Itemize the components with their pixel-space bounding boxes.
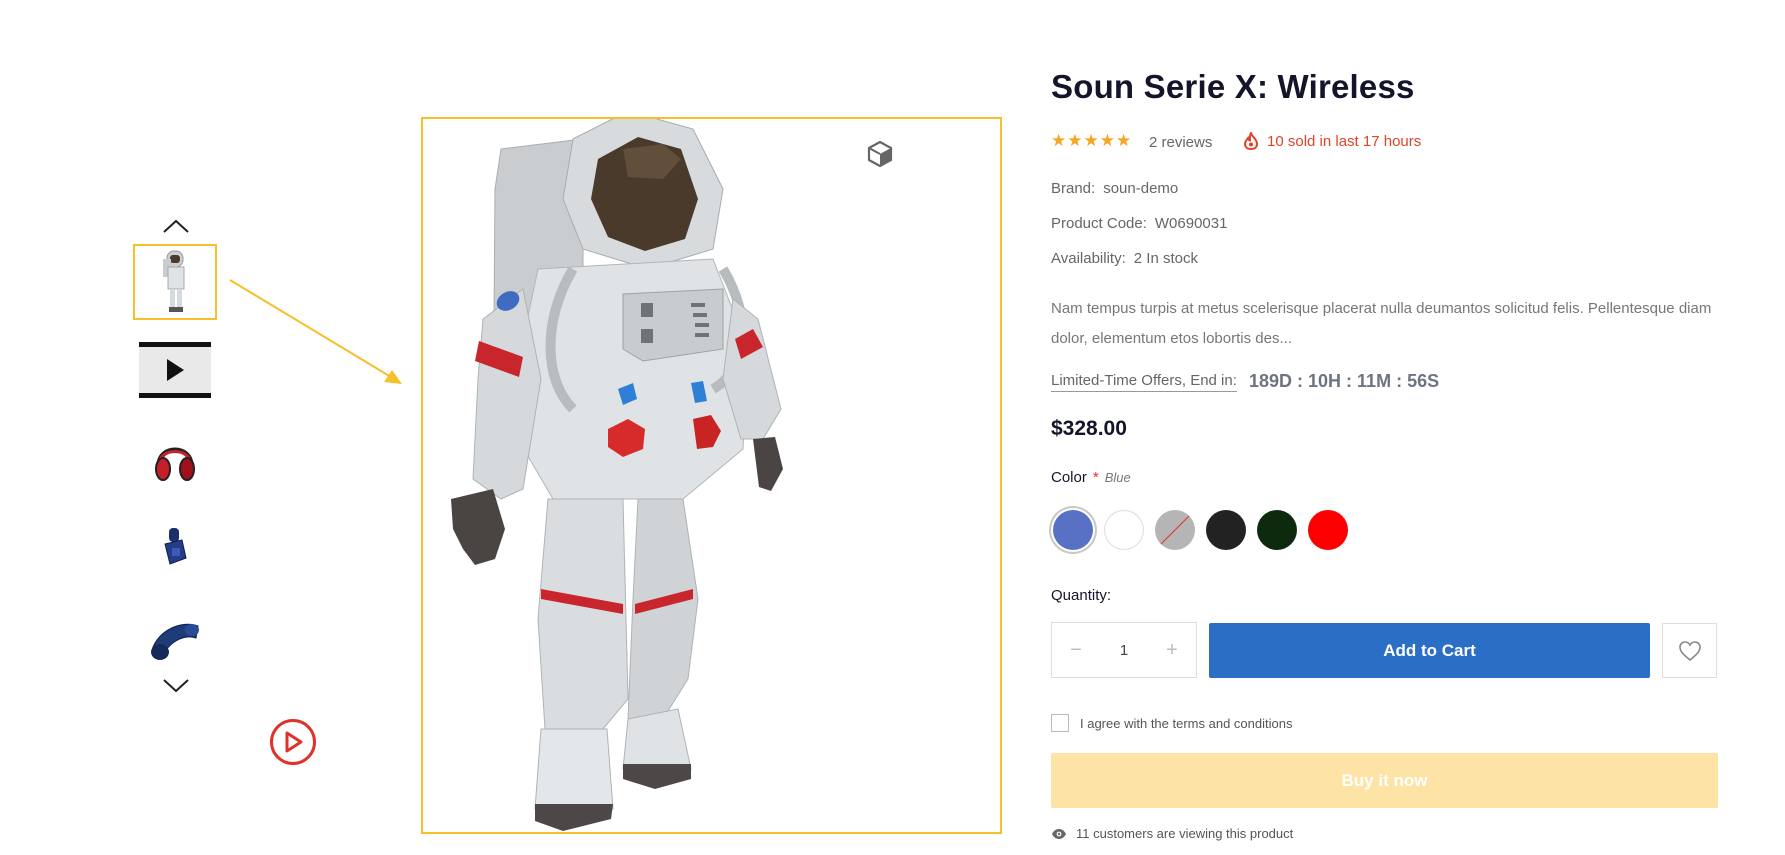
add-to-cart-button[interactable]: Add to Cart: [1209, 623, 1650, 678]
cube-icon: [867, 140, 893, 168]
product-price: $328.00: [1051, 417, 1127, 440]
main-product-image[interactable]: [421, 117, 1002, 834]
sold-text: 10 sold in last 17 hours: [1267, 132, 1422, 150]
blue-earbud-image: [164, 528, 187, 565]
availability-label: Availability:: [1051, 250, 1126, 267]
thumbnail-video[interactable]: [133, 332, 217, 408]
brand-value[interactable]: soun-demo: [1103, 180, 1178, 197]
availability-value: 2 In stock: [1133, 250, 1198, 267]
color-swatch-red[interactable]: [1308, 510, 1348, 550]
quantity-input[interactable]: [1102, 640, 1146, 660]
rating-stars: ★★★★★: [1051, 131, 1133, 150]
video-thumbnail-image: [139, 342, 211, 398]
terms-row: I agree with the terms and conditions: [1051, 714, 1292, 732]
thumbnail-blue-headset[interactable]: [133, 602, 217, 678]
gallery-up-button[interactable]: [160, 214, 192, 238]
product-description: Nam tempus turpis at metus scelerisque p…: [1051, 300, 1712, 347]
quantity-increase-button[interactable]: +: [1162, 639, 1182, 662]
product-code-row: Product Code: W0690031: [1051, 215, 1227, 232]
ar-view-button[interactable]: [866, 140, 894, 168]
countdown-timer: 189D : 10H : 11M : 56S: [1249, 371, 1440, 391]
unavailable-slash-icon: [1160, 515, 1190, 545]
sold-indicator: 10 sold in last 17 hours: [1243, 132, 1421, 150]
eye-icon: [1052, 828, 1066, 839]
color-swatch-dark-green[interactable]: [1257, 510, 1297, 550]
quantity-label: Quantity:: [1051, 587, 1112, 604]
chevron-up-icon: [163, 219, 189, 233]
blue-headset-image: [151, 623, 199, 660]
quantity-stepper: − +: [1051, 622, 1197, 678]
reviews-link[interactable]: 2 reviews: [1149, 134, 1212, 151]
product-code-value: W0690031: [1154, 215, 1228, 232]
play-video-button[interactable]: [270, 719, 316, 765]
gallery-down-button[interactable]: [160, 674, 192, 698]
astronaut-model-image: [451, 119, 783, 831]
annotation-arrow: [229, 279, 402, 384]
thumbnail-astronaut[interactable]: [133, 244, 217, 320]
buy-now-button[interactable]: Buy it now: [1051, 753, 1718, 808]
availability-row: Availability: 2 In stock: [1051, 250, 1198, 267]
brand-row: Brand: soun-demo: [1051, 180, 1178, 197]
heart-icon: [1678, 640, 1701, 661]
red-headphones-image: [155, 447, 195, 481]
wishlist-button[interactable]: [1662, 623, 1717, 678]
terms-checkbox[interactable]: [1051, 714, 1069, 732]
color-swatch-black[interactable]: [1206, 510, 1246, 550]
viewers-row: 11 customers are viewing this product: [1051, 826, 1293, 841]
terms-label[interactable]: I agree with the terms and conditions: [1080, 716, 1292, 731]
color-swatch-blue[interactable]: [1053, 510, 1093, 550]
product-code-label: Product Code:: [1051, 215, 1147, 232]
quantity-decrease-button[interactable]: −: [1066, 639, 1086, 662]
astronaut-thumbnail-image: [163, 250, 185, 312]
chevron-down-icon: [163, 679, 189, 693]
thumbnail-blue-earbud[interactable]: [133, 508, 217, 584]
viewers-text: 11 customers are viewing this product: [1076, 826, 1294, 841]
color-swatch-white[interactable]: [1104, 510, 1144, 550]
color-label: Color: [1051, 469, 1087, 486]
brand-label: Brand:: [1051, 180, 1096, 197]
thumbnail-red-headphones[interactable]: [133, 422, 217, 498]
color-swatch-grey[interactable]: [1155, 510, 1195, 550]
play-icon: [285, 731, 303, 753]
offer-label: Limited-Time Offers, End in:: [1051, 372, 1237, 392]
required-mark: *: [1092, 469, 1099, 486]
color-label-row: Color * Blue: [1051, 469, 1131, 486]
fire-icon: [1243, 132, 1259, 150]
product-title: Soun Serie X: Wireless: [1051, 68, 1415, 105]
selected-color-value: Blue: [1104, 470, 1131, 485]
